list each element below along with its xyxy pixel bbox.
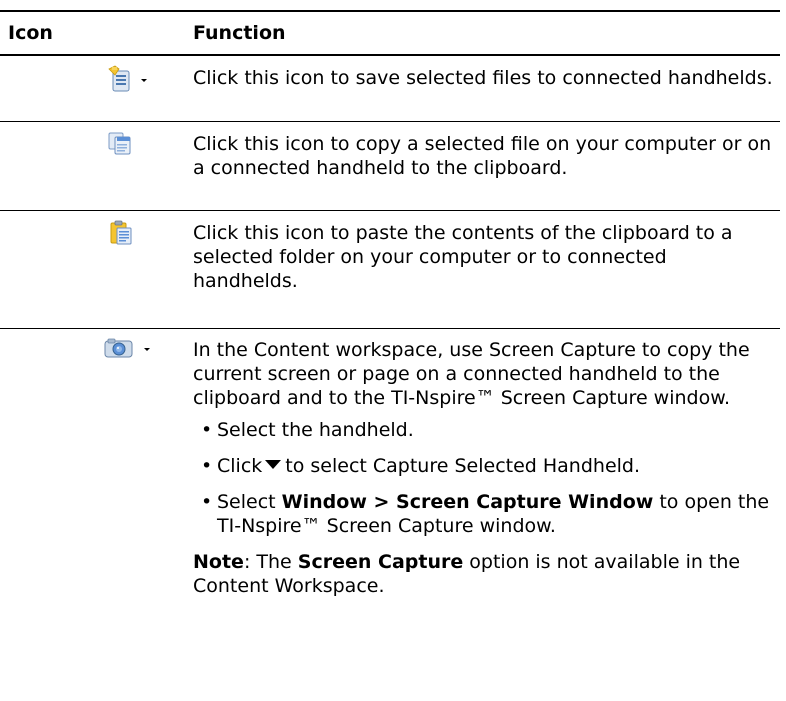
note: Note: The Screen Capture option is not a…	[193, 550, 774, 598]
table-row: In the Content workspace, use Screen Cap…	[0, 329, 780, 598]
function-description: Click this icon to save selected files t…	[193, 67, 773, 89]
icon-cell	[0, 211, 190, 328]
function-description: Click this icon to paste the contents of…	[193, 222, 733, 292]
table-row: Click this icon to copy a selected file …	[0, 122, 780, 211]
paste-icon[interactable]	[110, 220, 132, 250]
list-item-text: Select the handheld.	[217, 419, 414, 441]
menu-path: Window > Screen Capture Window	[281, 491, 654, 513]
list-item-text: Click	[217, 455, 263, 477]
list-item: • Click to select Capture Selected Handhe…	[193, 454, 774, 478]
list-item: • Select the handheld.	[193, 418, 774, 442]
screen-capture-icon[interactable]	[104, 337, 150, 363]
function-description: Click this icon to copy a selected file …	[193, 133, 772, 179]
save-to-handheld-icon[interactable]	[107, 65, 147, 99]
function-description: In the Content workspace, use Screen Cap…	[190, 329, 780, 598]
bullet: •	[201, 419, 213, 441]
table-row: Click this icon to save selected files t…	[0, 56, 780, 122]
list-item-text: to select Capture Selected Handheld.	[285, 455, 641, 477]
list-item: • Select Window > Screen Capture Window …	[193, 490, 774, 538]
table-row: Click this icon to paste the contents of…	[0, 211, 780, 329]
note-option-name: Screen Capture	[297, 551, 464, 573]
function-column-header: Function	[193, 22, 286, 44]
note-text: : The	[243, 551, 292, 573]
copy-icon[interactable]	[108, 130, 132, 160]
table-header-row: Icon Function	[0, 12, 780, 56]
function-table: Icon Function Click this icon to save se…	[0, 10, 780, 598]
dropdown-arrow-icon	[265, 460, 282, 469]
note-label: Note	[193, 551, 244, 573]
icon-cell	[0, 56, 190, 121]
screen-capture-intro: In the Content workspace, use Screen Cap…	[193, 339, 750, 409]
bullet: •	[201, 455, 213, 477]
list-item-text: Select	[217, 491, 276, 513]
bullet: •	[201, 491, 213, 513]
bullet-list: • Select the handheld. • Click to select …	[193, 418, 774, 538]
icon-cell	[0, 329, 190, 598]
icon-column-header: Icon	[8, 22, 53, 44]
icon-cell	[0, 122, 190, 210]
